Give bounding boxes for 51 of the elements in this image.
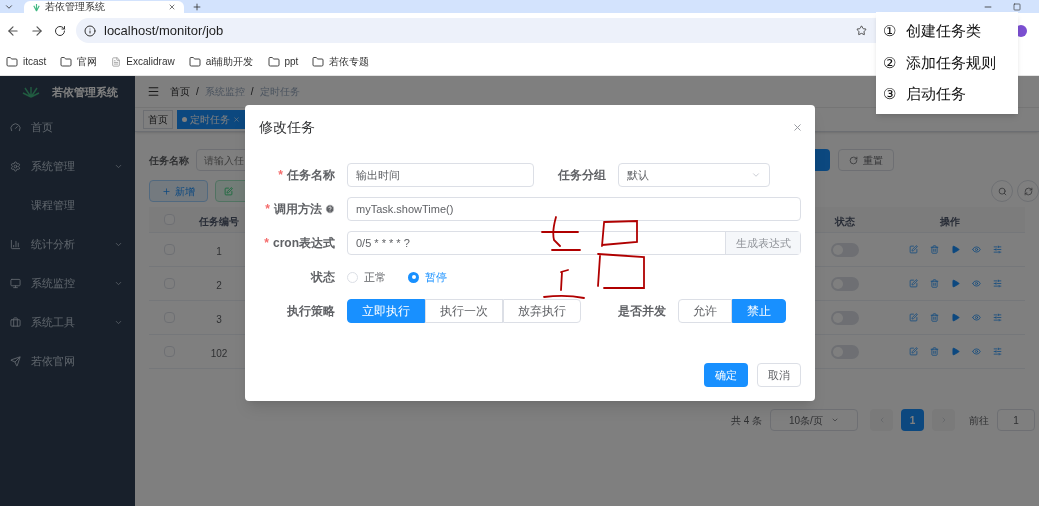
- breadcrumb-separator: /: [196, 85, 199, 99]
- field-label: * 任务名称: [278, 167, 335, 184]
- dialog-title: 修改任务: [259, 117, 315, 137]
- step-number: ①: [883, 21, 896, 42]
- task-name-field[interactable]: 输出时间: [347, 163, 534, 187]
- table-cell: 1: [216, 245, 222, 257]
- table-cell: 2: [216, 279, 222, 291]
- radio-option[interactable]: 暂停: [408, 268, 447, 286]
- table-cell: 102: [210, 347, 228, 359]
- tag-tab[interactable]: 首页: [143, 110, 173, 129]
- goto-label: 前往: [969, 413, 989, 428]
- app-title: 若依管理系统: [52, 84, 118, 100]
- bookmark-item[interactable]: ppt: [267, 54, 299, 69]
- page-size-select[interactable]: 10条/页: [770, 409, 858, 431]
- total-count: 共 4 条: [730, 413, 762, 428]
- bookmark-item[interactable]: Excalidraw: [111, 54, 175, 69]
- step-text: 启动任务: [906, 84, 966, 105]
- invoke-method-field[interactable]: myTask.showTime(): [347, 197, 801, 221]
- breadcrumb-separator: /: [250, 85, 254, 99]
- bookmark-item[interactable]: itcast: [6, 54, 47, 69]
- radio-option[interactable]: 正常: [347, 268, 386, 286]
- step-number: ③: [883, 84, 896, 105]
- column-header: 状态: [835, 215, 855, 227]
- field-label: 任务分组: [558, 167, 606, 184]
- option-button[interactable]: 允许: [678, 299, 732, 323]
- column-header: 任务编号: [199, 215, 239, 227]
- field-label: 状态: [311, 269, 335, 286]
- bookmark-item[interactable]: 若依专题: [312, 54, 370, 69]
- step-text: 添加任务规则: [906, 52, 996, 73]
- cron-field[interactable]: 0/5 * * * * ? 生成表达式: [347, 231, 801, 255]
- bookmark-item[interactable]: 官网: [60, 54, 98, 69]
- column-header: 操作: [940, 215, 960, 227]
- step-text: 创建任务类: [906, 21, 981, 42]
- table-cell: 3: [216, 313, 222, 325]
- field-label: * 调用方法: [265, 201, 322, 218]
- field-label: 是否并发: [618, 303, 666, 320]
- url-text: localhost/monitor/job: [104, 21, 224, 40]
- tab-title: 若依管理系统: [45, 2, 106, 12]
- field-label: 执行策略: [287, 303, 335, 320]
- option-button[interactable]: 放弃执行: [503, 299, 581, 323]
- field-label: * cron表达式: [264, 235, 335, 252]
- search-label: 任务名称: [149, 153, 189, 168]
- goto-page-field[interactable]: 1: [997, 409, 1035, 431]
- reset-button[interactable]: 重置: [838, 149, 894, 171]
- step-number: ②: [883, 52, 896, 73]
- bookmark-item[interactable]: ai辅助开发: [188, 54, 254, 69]
- option-button[interactable]: 执行一次: [425, 299, 503, 323]
- task-group-select[interactable]: 默认: [618, 163, 770, 187]
- cancel-button[interactable]: 取消: [757, 363, 801, 387]
- breadcrumb-item[interactable]: 首页: [170, 84, 190, 99]
- browser-tab[interactable]: 若依管理系统: [24, 1, 184, 13]
